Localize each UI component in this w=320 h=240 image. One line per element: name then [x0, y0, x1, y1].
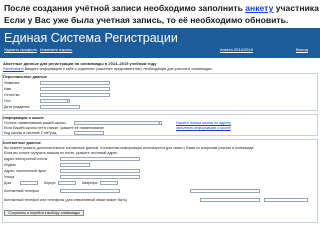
flat-input[interactable]	[100, 181, 118, 185]
top-navigation: Удалить профиль Изменить пароль Анкета 2…	[0, 46, 320, 58]
street-input[interactable]	[60, 175, 140, 179]
street-label: Улица	[4, 175, 15, 179]
caption-text: После создания учётной записи необходимо…	[4, 3, 246, 13]
school-info-link[interactable]: заполнить информацию о школе	[176, 126, 231, 131]
birth-date-label: Дата рождения	[4, 105, 30, 109]
postcode-label: Индекс	[4, 163, 17, 167]
site-header: Единая Система Регистрации Удалить профи…	[0, 28, 320, 58]
building-label: Корпус	[44, 181, 56, 185]
school-code-input[interactable]	[74, 131, 104, 135]
email-input[interactable]	[60, 157, 140, 161]
last-name-label: Фамилия	[4, 81, 20, 85]
postcode-input[interactable]	[60, 163, 90, 167]
building-input[interactable]	[58, 181, 76, 185]
phone-multi-input[interactable]	[200, 198, 260, 202]
nav-delete-profile[interactable]: Удалить профиль	[4, 47, 37, 53]
middle-name-label: Отчество	[4, 93, 20, 97]
phone-label: Контактный телефон	[4, 189, 40, 193]
birth-date-input[interactable]	[40, 105, 80, 109]
first-name-label: Имя	[4, 87, 11, 91]
gender-label: Пол	[4, 99, 11, 103]
phone-extra-input[interactable]	[190, 189, 260, 193]
phone-multi-input-2[interactable]	[264, 198, 308, 202]
form-note: Распечатать Введите информацию о себе и …	[3, 67, 213, 72]
flat-label: Квартира	[82, 181, 98, 185]
phone-input[interactable]	[60, 189, 120, 193]
registration-screenshot: Единая Система Регистрации Удалить профи…	[0, 28, 320, 240]
last-name-input[interactable]	[40, 81, 110, 85]
gender-select[interactable]	[40, 99, 70, 103]
form-content: Анкетные данные для регистрации на олимп…	[0, 58, 320, 240]
form-heading: Анкетные данные для регистрации на олимп…	[3, 61, 157, 66]
school-code-label: Код школы в системе СтатГрад	[4, 131, 57, 135]
postal-note: Если вы хотите получать письма по почте,…	[4, 151, 118, 155]
nav-questionnaire[interactable]: Анкета 2014/2015	[220, 47, 253, 53]
app-title: Единая Система Регистрации	[4, 31, 178, 45]
print-link[interactable]: Распечатать	[3, 67, 24, 71]
nav-logout[interactable]: Выход	[296, 47, 308, 53]
city-input[interactable]	[60, 169, 140, 173]
form-note-text: Введите информацию о себе и родителях (з…	[24, 67, 213, 71]
caption-line-2: Если у Вас уже была учетная запись, то е…	[4, 15, 289, 25]
questionnaire-link[interactable]: анкету	[245, 3, 273, 13]
caption-line-1: После создания учётной записи необходимо…	[4, 2, 320, 14]
save-button[interactable]: Сохранить и перейти к выбору олимпиады	[4, 210, 84, 216]
city-label: Адрес: населенный пункт	[4, 169, 47, 173]
house-input[interactable]	[20, 181, 38, 185]
middle-name-input[interactable]	[40, 93, 110, 97]
house-label: Дом	[4, 181, 11, 185]
phone-multi-label: Контактный телефон или телефоны (для опе…	[4, 198, 127, 202]
school-select[interactable]	[74, 121, 162, 125]
instruction-caption: После создания учётной записи необходимо…	[0, 0, 320, 28]
personal-section-title: Персональные данные	[3, 75, 47, 79]
caption-text-suffix: участника олимпиады.	[275, 3, 320, 13]
email-label: Адрес электронной почты	[4, 157, 48, 161]
nav-change-password[interactable]: Изменить пароль	[40, 47, 72, 53]
first-name-input[interactable]	[40, 87, 110, 91]
